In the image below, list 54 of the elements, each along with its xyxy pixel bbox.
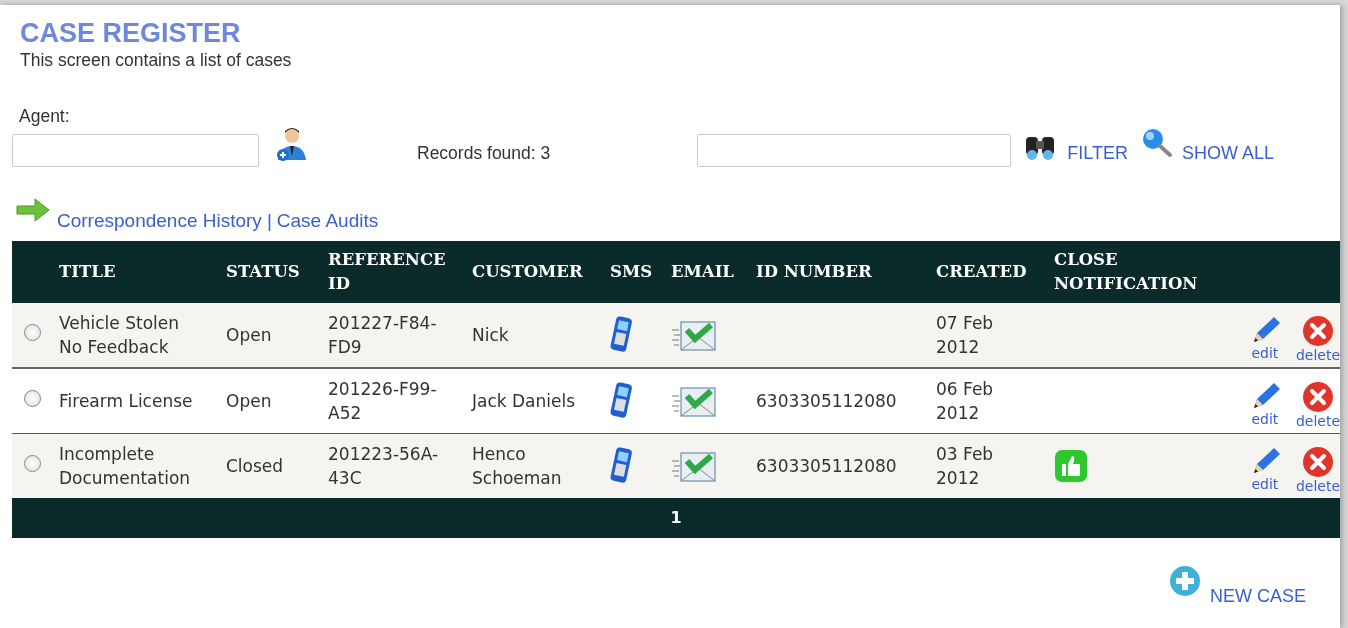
nav-link[interactable]: Correspondence History <box>57 206 262 236</box>
table-cell: Open <box>226 391 272 412</box>
agent-field[interactable] <box>12 134 259 168</box>
table-cell: Firearm License <box>59 391 193 412</box>
row-radio[interactable] <box>24 455 41 473</box>
table-cell: 201223-56A-43C <box>328 444 439 489</box>
column-header: EMAIL <box>671 262 734 282</box>
column-header: CREATED <box>936 262 1027 282</box>
nav-link[interactable]: Case Audits <box>276 206 379 236</box>
table-cell: Vehicle Stolen No Feedback <box>59 313 179 358</box>
table-cell: 6303305112080 <box>756 391 897 412</box>
table-cell: Jack Daniels <box>472 391 576 412</box>
delete-link[interactable]: delete <box>1295 446 1340 495</box>
column-header: TITLE <box>59 262 116 282</box>
separator: | <box>266 208 272 233</box>
edit-link[interactable]: edit <box>1249 381 1280 430</box>
column-header: ID NUMBER <box>756 262 872 282</box>
table-cell: 201226-F99-A52 <box>328 379 437 424</box>
row-radio[interactable] <box>24 324 41 342</box>
table-cell: 03 Feb 2012 <box>936 444 994 489</box>
table-cell: 6303305112080 <box>756 456 897 477</box>
delete-link[interactable]: delete <box>1295 381 1340 430</box>
page-subtitle: This screen contains a list of cases <box>20 50 292 70</box>
table-cell: Open <box>226 325 272 346</box>
column-header: CLOSE NOTIFICATION <box>1054 250 1198 294</box>
agent-label: Agent: <box>19 105 70 128</box>
page-title: CASE REGISTER <box>20 19 241 47</box>
plus-circle-icon <box>1168 564 1202 599</box>
close-icon <box>1300 446 1335 479</box>
table-cell: Incomplete Documentation <box>59 444 191 489</box>
row-radio[interactable] <box>24 390 41 408</box>
search-field[interactable] <box>697 134 1012 168</box>
show-all-link[interactable]: SHOW ALL <box>1181 140 1274 168</box>
edit-link[interactable]: edit <box>1249 315 1280 364</box>
new-case-link[interactable]: NEW CASE <box>1210 583 1306 611</box>
column-header: CUSTOMER <box>472 262 583 282</box>
records-found-text: Records found: 3 <box>417 141 551 165</box>
column-header: REFERENCE ID <box>328 250 446 294</box>
page-number[interactable]: 1 <box>670 508 682 528</box>
table-cell: 201227-F84-FD9 <box>328 313 437 358</box>
delete-link[interactable]: delete <box>1295 315 1340 364</box>
table-cell: Nick <box>472 325 509 346</box>
close-icon <box>1300 381 1335 414</box>
close-icon <box>1300 315 1335 348</box>
filter-link[interactable]: FILTER <box>1067 140 1128 168</box>
table-cell: Closed <box>226 456 284 477</box>
edit-link[interactable]: edit <box>1249 446 1280 495</box>
table-cell: 06 Feb 2012 <box>936 379 994 424</box>
person-add-icon <box>275 125 309 162</box>
table-cell: 07 Feb 2012 <box>936 313 994 358</box>
table-cell: Henco Schoeman <box>472 444 562 489</box>
arrow-icon <box>15 197 51 224</box>
column-header: SMS <box>610 262 653 282</box>
column-header: STATUS <box>226 262 300 282</box>
